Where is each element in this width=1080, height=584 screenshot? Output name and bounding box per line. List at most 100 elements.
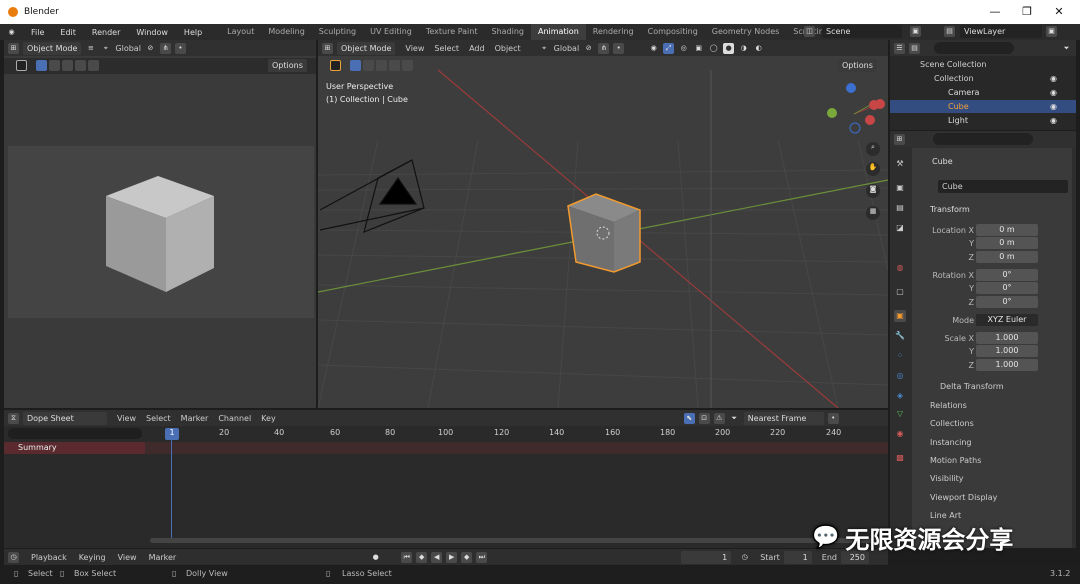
outliner-item-light[interactable]: Light	[948, 116, 968, 125]
show-hidden-icon[interactable]: ⊡	[698, 412, 710, 424]
eye-icon[interactable]: ◉	[1050, 102, 1057, 111]
menu-render[interactable]: Render	[84, 28, 128, 37]
outliner-item-camera[interactable]: Camera	[948, 88, 979, 97]
editor-type-icon[interactable]: ⊞	[8, 42, 19, 54]
outliner-item-cube[interactable]: Cube	[948, 102, 969, 111]
view-layer-tab-icon[interactable]: ◪	[894, 222, 906, 234]
filter-icon[interactable]: ⏷	[729, 413, 740, 424]
only-selected-icon[interactable]: ⬉	[683, 412, 695, 424]
collection-label[interactable]: Collection	[934, 74, 974, 83]
location-z-field[interactable]: 0 m	[976, 251, 1038, 263]
close-button[interactable]: ✕	[1044, 0, 1074, 24]
particles-tab-icon[interactable]: ⁘	[894, 350, 906, 362]
tab-layout[interactable]: Layout	[220, 24, 261, 40]
tab-uv-editing[interactable]: UV Editing	[363, 24, 419, 40]
editor-type-icon[interactable]: ⊞	[894, 133, 905, 145]
preview-range-icon[interactable]: ◷	[739, 552, 750, 563]
rotation-z-field[interactable]: 0°	[976, 296, 1038, 308]
record-icon[interactable]: ●	[370, 552, 381, 563]
editor-type-icon[interactable]: ☰	[894, 42, 905, 54]
play-reverse-icon[interactable]: ◀	[431, 551, 443, 563]
rotation-y-field[interactable]: 0°	[976, 282, 1038, 294]
modifier-tab-icon[interactable]: 🔧	[894, 330, 906, 342]
camera-view-area[interactable]: ⊞ Object Mode ≡ ⌖ Global ⊘ ⋔ • Options	[4, 40, 316, 408]
dopesheet-menu-select[interactable]: Select	[146, 414, 171, 423]
motion-paths-section[interactable]: Motion Paths	[916, 453, 1068, 469]
jump-end-icon[interactable]: ⏭	[476, 551, 488, 563]
tab-rendering[interactable]: Rendering	[586, 24, 641, 40]
collections-section[interactable]: Collections	[916, 416, 1068, 432]
snap-icon[interactable]: ⋔	[159, 42, 171, 54]
world-tab-icon[interactable]: ▢	[894, 286, 906, 298]
current-frame-field[interactable]: 1	[681, 550, 732, 564]
maximize-button[interactable]: ❐	[1012, 0, 1042, 24]
tool-tab-icon[interactable]: ⚒	[894, 158, 906, 170]
dopesheet-menu-view[interactable]: View	[117, 414, 136, 423]
dopesheet-menu-marker[interactable]: Marker	[181, 414, 209, 423]
timeline-menu-playback[interactable]: Playback	[31, 553, 67, 562]
tab-modeling[interactable]: Modeling	[261, 24, 311, 40]
editor-type-icon[interactable]: ⧖	[8, 412, 19, 424]
physics-tab-icon[interactable]: ◎	[894, 370, 906, 382]
select-invert-icon[interactable]	[75, 60, 86, 71]
proportional-icon[interactable]: •	[174, 42, 186, 54]
timeline-editor-icon[interactable]: ◷	[8, 551, 19, 563]
transform-section-header[interactable]: Transform	[930, 205, 970, 214]
dope-sheet[interactable]: ⧖ Dope Sheet View Select Marker Channel …	[4, 410, 888, 548]
eye-icon[interactable]: ◉	[1050, 116, 1057, 125]
material-tab-icon[interactable]: ◉	[894, 428, 906, 440]
scene-icon[interactable]: ◫	[804, 26, 815, 37]
scale-z-field[interactable]: 1.000	[976, 359, 1038, 371]
pivot-icon[interactable]: ⊘	[145, 43, 156, 54]
tab-shading[interactable]: Shading	[484, 24, 531, 40]
jump-start-icon[interactable]: ⏮	[401, 551, 413, 563]
scale-y-field[interactable]: 1.000	[976, 345, 1038, 357]
tab-sculpting[interactable]: Sculpting	[312, 24, 363, 40]
timeline-menu-marker[interactable]: Marker	[149, 553, 177, 562]
summary-channel[interactable]: Summary	[4, 442, 145, 454]
properties-search-input[interactable]	[933, 133, 1033, 145]
visibility-section[interactable]: Visibility	[916, 471, 1068, 487]
zoom-icon[interactable]: ⌕	[866, 142, 880, 156]
dopesheet-menu-key[interactable]: Key	[261, 414, 276, 423]
location-x-field[interactable]: 0 m	[976, 224, 1038, 236]
data-tab-icon[interactable]: ▽	[894, 408, 906, 420]
new-scene-icon[interactable]: ▣	[910, 26, 921, 37]
select-box-icon[interactable]	[36, 60, 47, 71]
instancing-section[interactable]: Instancing	[916, 435, 1068, 451]
scene-selector[interactable]: Scene	[822, 25, 902, 38]
grid-perspective-icon[interactable]: ▦	[866, 206, 880, 220]
only-errors-icon[interactable]: ⚠	[713, 412, 725, 424]
filter-icon[interactable]: ⏷	[1061, 43, 1072, 54]
play-icon[interactable]: ▶	[446, 551, 458, 563]
output-tab-icon[interactable]: ▤	[894, 202, 906, 214]
tab-geometry-nodes[interactable]: Geometry Nodes	[705, 24, 786, 40]
menu-window[interactable]: Window	[128, 28, 176, 37]
viewport-display-section[interactable]: Viewport Display	[916, 490, 1068, 506]
snap-dropdown[interactable]: Nearest Frame	[743, 411, 824, 425]
dopesheet-mode-dropdown[interactable]: Dope Sheet	[23, 411, 107, 425]
dopesheet-scrollbar[interactable]	[150, 538, 880, 543]
scene-tab-icon[interactable]: ◍	[894, 262, 906, 274]
menu-edit[interactable]: Edit	[52, 28, 84, 37]
relations-section[interactable]: Relations	[916, 398, 1068, 414]
menu-help[interactable]: Help	[176, 28, 210, 37]
outliner-search-input[interactable]	[934, 42, 1014, 54]
constraints-tab-icon[interactable]: ◈	[894, 390, 906, 402]
object-tab-icon[interactable]: ▣	[894, 310, 906, 322]
camera-view-icon[interactable]: ◙	[866, 184, 880, 198]
timeline-menu-view[interactable]: View	[118, 553, 137, 562]
channel-search-input[interactable]	[8, 428, 142, 439]
start-frame-field[interactable]: 1	[783, 550, 812, 564]
new-view-layer-icon[interactable]: ▣	[1046, 26, 1057, 37]
display-mode-icon[interactable]: ▤	[909, 42, 920, 54]
pan-hand-icon[interactable]: ✋	[866, 162, 880, 176]
current-frame-tag[interactable]: 1	[165, 428, 179, 440]
texture-tab-icon[interactable]: ▩	[894, 452, 906, 464]
rotation-x-field[interactable]: 0°	[976, 269, 1038, 281]
select-subtract-icon[interactable]	[62, 60, 73, 71]
eye-icon[interactable]: ◉	[1050, 74, 1057, 83]
tab-texture-paint[interactable]: Texture Paint	[419, 24, 485, 40]
delta-transform-section[interactable]: Delta Transform	[940, 382, 1004, 391]
select-intersect-icon[interactable]	[88, 60, 99, 71]
